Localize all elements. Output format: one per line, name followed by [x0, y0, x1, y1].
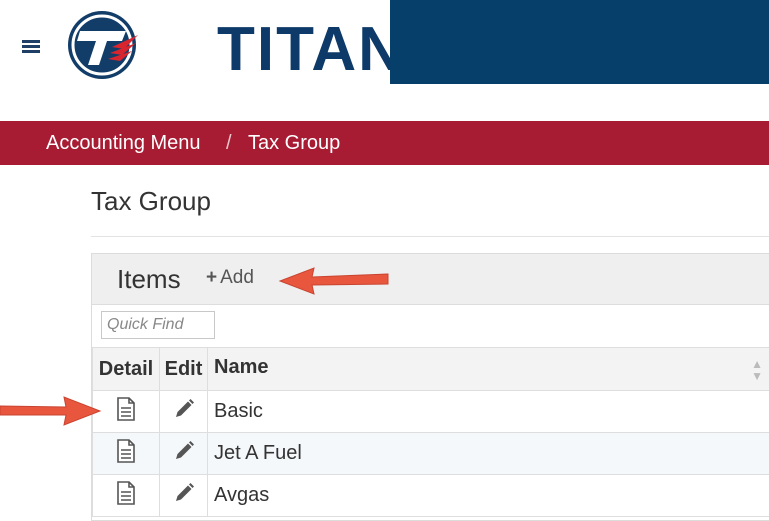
add-button[interactable]: +Add — [206, 267, 254, 289]
annotation-arrow-right-icon — [0, 393, 104, 429]
name-cell: Basic — [208, 391, 769, 433]
column-header-edit: Edit — [160, 348, 208, 391]
header-band — [390, 0, 769, 84]
plus-icon: + — [206, 267, 217, 288]
items-panel: Items +Add Detail Edit Name ▲▼ — [91, 253, 769, 521]
panel-header: Items +Add — [92, 254, 769, 305]
document-icon[interactable] — [116, 481, 136, 511]
column-header-detail: Detail — [93, 348, 160, 391]
table-row: Jet A Fuel — [93, 433, 769, 475]
table-row: Basic — [93, 391, 769, 433]
annotation-arrow-left-icon — [276, 264, 392, 298]
detail-cell — [93, 475, 160, 517]
quick-find-input[interactable] — [101, 311, 215, 339]
panel-title: Items — [117, 264, 181, 295]
title-divider — [91, 236, 769, 237]
titan-logo[interactable]: TITAN — [66, 9, 356, 81]
edit-cell — [160, 433, 208, 475]
breadcrumb-separator: / — [226, 121, 232, 165]
pencil-icon[interactable] — [173, 440, 195, 468]
titan-logo-mark-icon — [66, 9, 146, 81]
hamburger-icon[interactable] — [22, 40, 40, 54]
breadcrumb-accounting-menu[interactable]: Accounting Menu — [46, 121, 201, 165]
column-header-name[interactable]: Name ▲▼ — [208, 348, 769, 391]
name-cell: Avgas — [208, 475, 769, 517]
column-header-name-label: Name — [214, 356, 268, 378]
edit-cell — [160, 391, 208, 433]
sort-icon[interactable]: ▲▼ — [751, 358, 763, 382]
add-label: Add — [220, 267, 254, 288]
logo-text: TITAN — [217, 14, 405, 86]
detail-cell — [93, 433, 160, 475]
pencil-icon[interactable] — [173, 482, 195, 510]
document-icon[interactable] — [116, 439, 136, 469]
document-icon[interactable] — [116, 397, 136, 427]
app-header: TITAN — [0, 0, 769, 84]
table-row: Avgas — [93, 475, 769, 517]
page-title: Tax Group — [91, 186, 211, 217]
breadcrumb: Accounting Menu / Tax Group — [0, 121, 769, 165]
items-table: Detail Edit Name ▲▼ — [92, 347, 769, 517]
breadcrumb-tax-group: Tax Group — [248, 121, 340, 165]
table-header-row: Detail Edit Name ▲▼ — [93, 348, 769, 391]
pencil-icon[interactable] — [173, 398, 195, 426]
edit-cell — [160, 475, 208, 517]
name-cell: Jet A Fuel — [208, 433, 769, 475]
